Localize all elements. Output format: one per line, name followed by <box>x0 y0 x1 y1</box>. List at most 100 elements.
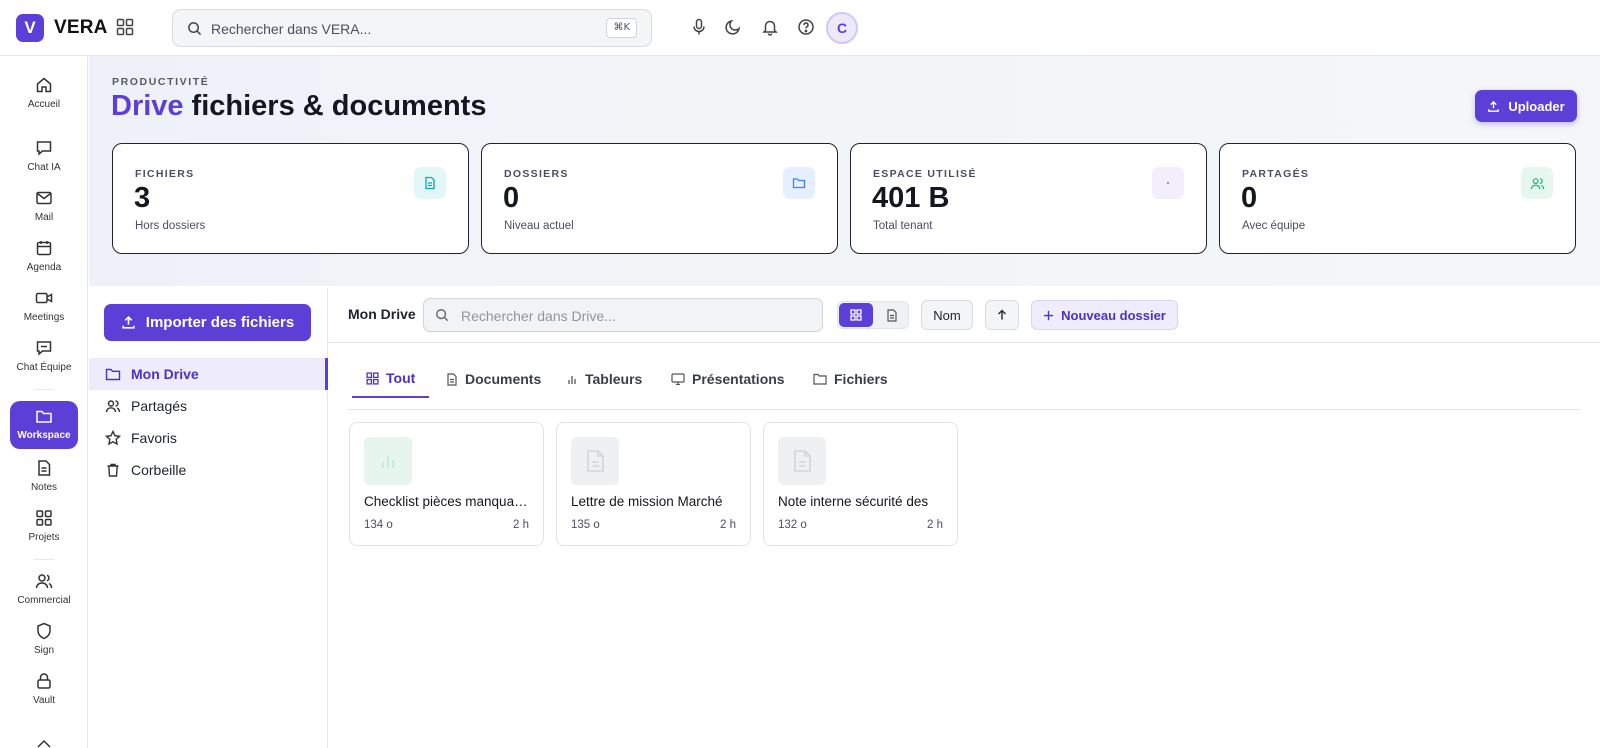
drive-nav-favoris[interactable]: Favoris <box>89 422 328 454</box>
folder-icon <box>36 410 52 423</box>
page-title-rest: fichiers & documents <box>191 90 487 122</box>
tab-documents[interactable]: Documents <box>432 360 555 398</box>
app-logo[interactable]: V <box>16 14 44 42</box>
mail-icon <box>36 191 52 205</box>
upload-icon <box>122 316 135 329</box>
tab-tableurs[interactable]: Tableurs <box>552 360 656 398</box>
drive-search-placeholder: Rechercher dans Drive... <box>461 308 616 324</box>
file-icon <box>794 450 811 472</box>
top-bar: V VERA Rechercher dans VERA... ⌘K C <box>0 0 1600 56</box>
new-folder-button[interactable]: Nouveau dossier <box>1031 300 1178 330</box>
import-files-button[interactable]: Importer des fichiers <box>104 304 311 341</box>
grid-icon <box>36 510 52 526</box>
stat-card-partages: PARTAGÉS 0 Avec équipe <box>1219 143 1576 254</box>
stat-subtitle: Hors dossiers <box>135 220 206 232</box>
tab-tout[interactable]: Tout <box>352 360 430 398</box>
rail-label: Sign <box>33 645 54 656</box>
breadcrumb[interactable]: Mon Drive <box>348 306 416 322</box>
sort-direction-button[interactable] <box>985 300 1019 330</box>
rail-item-projets[interactable]: Projets <box>10 503 78 549</box>
tab-presentations[interactable]: Présentations <box>657 360 799 398</box>
help-icon[interactable] <box>797 18 817 38</box>
moon-icon[interactable] <box>724 18 744 38</box>
file-modified-time: 2 h <box>927 519 943 531</box>
tab-label: Tout <box>386 370 416 386</box>
search-icon <box>187 21 202 36</box>
tab-label: Tableurs <box>585 371 643 387</box>
rail-label: Commercial <box>17 595 71 606</box>
stat-label: ESPACE UTILISÉ <box>873 168 977 180</box>
rail-item-notes[interactable]: Notes <box>10 453 78 499</box>
upload-button[interactable]: Uploader <box>1475 90 1577 122</box>
file-card[interactable]: Checklist pièces manquantes 134 o 2 h <box>349 422 544 546</box>
logo-letter: V <box>24 18 36 37</box>
rail-item-sign[interactable]: Sign <box>10 616 78 662</box>
drive-nav-label: Partagés <box>131 398 188 414</box>
upload-icon <box>1488 100 1500 112</box>
bar-chart-icon <box>382 456 394 468</box>
home-icon <box>36 77 52 93</box>
grid-icon <box>850 309 862 321</box>
rail-item-meetings[interactable]: Meetings <box>10 283 78 329</box>
stat-value: 401 B <box>872 182 950 214</box>
rail-item-chat-equipe[interactable]: Chat Équipe <box>10 333 78 379</box>
view-mode-toggle <box>837 301 909 329</box>
new-folder-label: Nouveau dossier <box>1061 307 1166 323</box>
global-search-input[interactable]: Rechercher dans VERA... ⌘K <box>172 9 652 47</box>
list-view-button[interactable] <box>875 303 909 327</box>
users-icon <box>1521 167 1553 199</box>
rail-label: Vault <box>32 695 56 706</box>
rail-item-workspace[interactable]: Workspace <box>10 401 78 449</box>
stat-value: 3 <box>134 182 151 214</box>
upload-button-label: Uploader <box>1508 98 1565 114</box>
avatar-initial: C <box>836 20 848 36</box>
apps-grid-icon[interactable] <box>116 18 136 38</box>
drive-nav-corbeille[interactable]: Corbeille <box>89 454 328 486</box>
file-modified-time: 2 h <box>513 519 529 531</box>
team-chat-icon <box>36 341 52 356</box>
rail-divider <box>34 559 54 560</box>
drive-sidebar <box>89 288 328 748</box>
stat-card-dossiers: DOSSIERS 0 Niveau actuel <box>481 143 838 254</box>
rail-item-accueil[interactable]: Accueil <box>10 70 78 116</box>
file-modified-time: 2 h <box>720 519 736 531</box>
bell-icon[interactable] <box>761 18 781 38</box>
rail-item-vault[interactable]: Vault <box>10 666 78 712</box>
file-card[interactable]: Note interne sécurité des 132 o 2 h <box>763 422 958 546</box>
sort-field-select[interactable]: Nom <box>921 300 973 330</box>
grid-view-button[interactable] <box>839 303 873 327</box>
chat-icon <box>36 141 52 156</box>
rail-item-mail[interactable]: Mail <box>10 183 78 229</box>
spreadsheet-thumbnail <box>364 437 412 485</box>
file-name: Lettre de mission Marché <box>571 494 723 509</box>
document-thumbnail <box>778 437 826 485</box>
drive-search-input[interactable]: Rechercher dans Drive... <box>423 298 823 332</box>
stat-value: 0 <box>503 182 520 214</box>
file-card[interactable]: Lettre de mission Marché 135 o 2 h <box>556 422 751 546</box>
rail-label: Meetings <box>23 312 65 323</box>
drive-nav-mon-drive[interactable]: Mon Drive <box>89 358 328 390</box>
user-avatar[interactable]: C <box>826 12 858 44</box>
trash-icon <box>107 463 119 477</box>
rail-more-icon[interactable] <box>36 738 52 748</box>
rail-item-agenda[interactable]: Agenda <box>10 233 78 279</box>
app-navigation-rail: Accueil Chat IA Mail Agenda Meetings Cha… <box>0 56 88 748</box>
drive-nav-partages[interactable]: Partagés <box>89 390 328 422</box>
search-shortcut-badge: ⌘K <box>606 18 637 38</box>
stat-label: PARTAGÉS <box>1242 168 1310 180</box>
file-icon <box>447 372 457 386</box>
rail-label: Agenda <box>26 262 62 273</box>
rail-item-chat-ia[interactable]: Chat IA <box>10 133 78 179</box>
folder-icon <box>783 167 815 199</box>
microphone-icon[interactable] <box>690 18 710 38</box>
file-size: 132 o <box>778 519 807 531</box>
stat-label: DOSSIERS <box>504 168 569 180</box>
presentation-icon <box>671 373 685 385</box>
list-file-icon <box>887 308 897 322</box>
star-icon <box>105 430 121 446</box>
file-size: 134 o <box>364 519 393 531</box>
tab-fichiers[interactable]: Fichiers <box>799 360 902 398</box>
file-type-tabs: Tout Documents Tableurs Présentations Fi… <box>348 360 1580 410</box>
rail-item-commercial[interactable]: Commercial <box>10 566 78 612</box>
file-icon <box>587 450 604 472</box>
